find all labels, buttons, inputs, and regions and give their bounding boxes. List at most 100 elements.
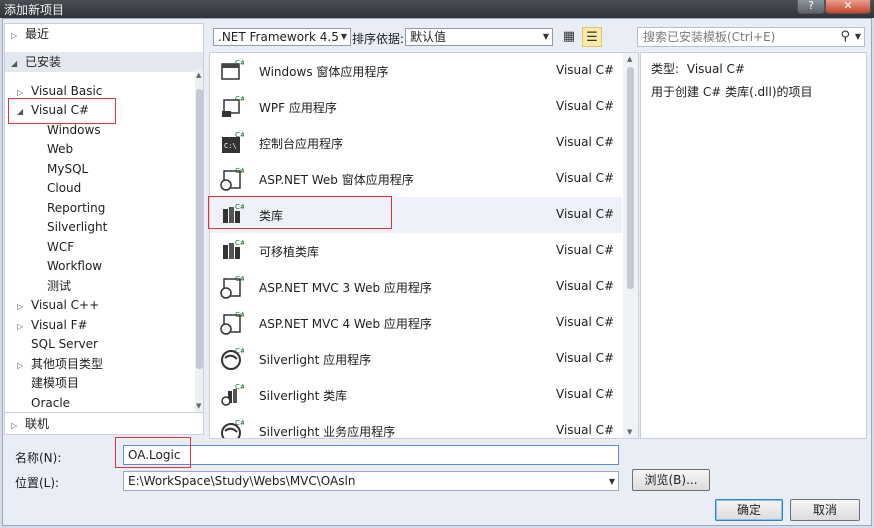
template-row[interactable]: C:\ C# 控制台应用程序 Visual C# [210, 125, 622, 161]
template-language: Visual C# [556, 387, 615, 401]
collapse-arrow-icon[interactable]: ◢ [11, 54, 21, 74]
template-language: Visual C# [556, 63, 615, 77]
svg-text:C#: C# [235, 239, 244, 247]
tree-item-online[interactable]: ▷ 联机 [4, 413, 204, 435]
svg-text:C#: C# [235, 131, 244, 139]
tree-item-installed[interactable]: ◢ 已安装 [5, 52, 203, 72]
template-language: Visual C# [556, 351, 615, 365]
svg-text:C#: C# [235, 95, 244, 103]
tree-item-label: 已安装 [25, 55, 62, 69]
tree-item-cloud[interactable]: Cloud [47, 179, 81, 198]
template-language: Visual C# [556, 135, 615, 149]
template-name: Silverlight 业务应用程序 [259, 425, 396, 439]
tree-item-web[interactable]: Web [47, 140, 73, 159]
tree-item-other-project-types[interactable]: ▷ 其他项目类型 [17, 355, 103, 374]
template-type: 类型: Visual C# [651, 60, 745, 77]
framework-value: .NET Framework 4.5 [218, 30, 339, 44]
template-row[interactable]: C# ASP.NET Web 窗体应用程序 Visual C# [210, 161, 622, 197]
expand-arrow-icon[interactable]: ▷ [17, 297, 27, 316]
template-row[interactable]: C# WPF 应用程序 Visual C# [210, 89, 622, 125]
svg-text:C:\: C:\ [224, 142, 237, 150]
expand-arrow-icon[interactable]: ▷ [17, 356, 27, 375]
tree-item-reporting[interactable]: Reporting [47, 199, 105, 218]
mvc3-icon: C# [220, 275, 244, 299]
list-view-button[interactable]: ☰ [582, 27, 602, 47]
search-icon[interactable]: ⚲ [840, 28, 850, 46]
template-row[interactable]: C# Silverlight 业务应用程序 Visual C# [210, 413, 622, 439]
tree-item-label: 最近 [25, 27, 50, 41]
windows-forms-icon: C# [221, 59, 244, 80]
tree-item-visual-cpp[interactable]: ▷ Visual C++ [17, 296, 99, 315]
framework-select[interactable]: .NET Framework 4.5 ▼ [213, 28, 351, 46]
template-info-panel: 类型: Visual C# 用于创建 C# 类库(.dll)的项目 [640, 52, 867, 439]
expand-arrow-icon[interactable]: ▷ [11, 415, 21, 437]
expand-arrow-icon[interactable]: ▷ [17, 317, 27, 336]
template-language: Visual C# [556, 423, 615, 437]
highlight-class-library [208, 196, 392, 229]
list-view-icon: ☰ [586, 30, 598, 45]
portable-library-icon: C# [223, 239, 244, 259]
template-list-scrollbar[interactable]: ▲ ▼ [623, 53, 638, 438]
scroll-down-icon[interactable]: ▼ [196, 402, 201, 410]
tree-item-label: Visual F# [31, 318, 88, 332]
tree-item-silverlight[interactable]: Silverlight [47, 218, 107, 237]
chevron-down-icon[interactable]: ▼ [855, 28, 861, 46]
browse-button[interactable]: 浏览(B)... [632, 469, 710, 491]
svg-text:C#: C# [235, 167, 244, 175]
template-description: 用于创建 C# 类库(.dll)的项目 [651, 85, 813, 99]
template-row[interactable]: C# ASP.NET MVC 4 Web 应用程序 Visual C# [210, 305, 622, 341]
scrollbar-thumb[interactable] [196, 89, 203, 369]
search-placeholder: 搜索已安装模板(Ctrl+E) [643, 30, 776, 44]
template-name: WPF 应用程序 [259, 101, 337, 115]
cancel-button[interactable]: 取消 [790, 499, 860, 521]
ok-button[interactable]: 确定 [715, 499, 783, 521]
location-label: 位置(L): [15, 476, 60, 490]
tree-item-label: Visual Basic [31, 84, 103, 98]
template-language: Visual C# [556, 315, 615, 329]
sort-select[interactable]: 默认值 ▼ [405, 28, 553, 46]
help-button[interactable]: ? [797, 0, 825, 14]
tree-item-mysql[interactable]: MySQL [47, 160, 88, 179]
svg-text:C#: C# [235, 275, 244, 283]
project-name-input[interactable]: OA.Logic [123, 445, 619, 465]
template-language: Visual C# [556, 279, 615, 293]
tree-item-recent[interactable]: ▷ 最近 [11, 25, 49, 44]
title-bar: 添加新项目 ? ✕ [0, 0, 874, 18]
template-row[interactable]: C# Silverlight 类库 Visual C# [210, 377, 622, 413]
location-select[interactable]: E:\WorkSpace\Study\Webs\MVC\OAsln ▼ [123, 471, 619, 491]
close-button[interactable]: ✕ [825, 0, 871, 14]
tree-item-workflow[interactable]: Workflow [47, 257, 102, 276]
small-icons-view-button[interactable]: ▦ [559, 27, 579, 47]
scroll-down-icon[interactable]: ▼ [627, 428, 632, 436]
template-name: 可移植类库 [259, 245, 320, 259]
template-row[interactable]: C# Silverlight 应用程序 Visual C# [210, 341, 622, 377]
tree-item-visual-fsharp[interactable]: ▷ Visual F# [17, 316, 88, 335]
template-language: Visual C# [556, 99, 615, 113]
highlight-visual-csharp [8, 98, 116, 124]
type-label: 类型: [651, 62, 680, 76]
template-language: Visual C# [556, 207, 615, 221]
template-row[interactable]: C# Windows 窗体应用程序 Visual C# [210, 53, 622, 89]
template-row[interactable]: C# ASP.NET MVC 3 Web 应用程序 Visual C# [210, 269, 622, 305]
tree-item-wcf[interactable]: WCF [47, 238, 74, 257]
tree-item-test[interactable]: 测试 [47, 277, 71, 296]
location-value: E:\WorkSpace\Study\Webs\MVC\OAsln [128, 474, 356, 488]
sort-value: 默认值 [410, 30, 447, 44]
tree-item-modeling-projects[interactable]: 建模项目 [31, 374, 79, 393]
template-list: C# Windows 窗体应用程序 Visual C# C# WPF 应用程序 … [209, 52, 639, 439]
tree-item-label: 联机 [25, 417, 50, 431]
search-input[interactable]: 搜索已安装模板(Ctrl+E) ⚲ ▼ [637, 27, 865, 47]
expand-arrow-icon[interactable]: ▷ [11, 26, 21, 45]
tree-scrollbar[interactable]: ▲ ▼ [195, 69, 203, 412]
tree-item-sql-server[interactable]: SQL Server [31, 335, 98, 354]
scroll-up-icon[interactable]: ▲ [196, 71, 201, 79]
template-row[interactable]: C# 可移植类库 Visual C# [210, 233, 622, 269]
chevron-down-icon: ▼ [340, 32, 347, 41]
name-label: 名称(N): [15, 451, 62, 465]
svg-text:C#: C# [235, 419, 244, 427]
type-value: Visual C# [686, 62, 745, 76]
scroll-up-icon[interactable]: ▲ [627, 55, 632, 63]
tree-item-oracle[interactable]: Oracle [31, 394, 70, 412]
scrollbar-thumb[interactable] [627, 67, 634, 289]
window-title: 添加新项目 [4, 3, 65, 17]
